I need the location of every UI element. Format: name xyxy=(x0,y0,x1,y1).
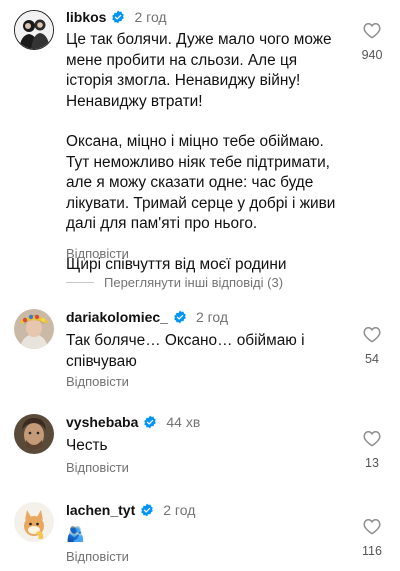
heart-outline-icon xyxy=(363,518,381,535)
comment-paragraph: Так боляче… Оксано… обіймаю і співчуваю xyxy=(66,332,305,370)
comment-paragraph: Оксана, міцно і міцно тебе обіймаю. Тут … xyxy=(66,133,336,232)
avatar-libkos[interactable] xyxy=(14,10,54,50)
username[interactable]: vyshebaba xyxy=(66,414,138,430)
comment-time: 2 год xyxy=(134,9,167,25)
like-count: 13 xyxy=(365,456,379,470)
comment-paragraph: Це так болячи. Дуже мало чого може мене … xyxy=(66,31,332,110)
like-count: 940 xyxy=(361,48,383,62)
avatar-vyshebaba[interactable] xyxy=(14,414,54,454)
heart-outline-icon xyxy=(363,22,381,39)
like-count: 116 xyxy=(362,544,382,558)
comment-text: Це так болячи. Дуже мало чого може мене … xyxy=(66,30,346,275)
verified-badge-icon xyxy=(111,10,125,24)
like-button[interactable]: 940 xyxy=(352,22,392,62)
view-more-replies-button[interactable]: Переглянути інші відповіді (3) xyxy=(66,275,283,290)
like-button[interactable]: 116 xyxy=(352,518,392,558)
like-count: 54 xyxy=(365,352,379,366)
reply-button[interactable]: Відповісти xyxy=(66,246,129,261)
username[interactable]: dariakolomiec_ xyxy=(66,309,168,325)
comment-paragraph: Честь xyxy=(66,437,108,454)
like-button[interactable]: 54 xyxy=(352,326,392,366)
heart-outline-icon xyxy=(363,430,381,447)
avatar-dariakolomiec[interactable] xyxy=(14,309,54,349)
view-more-replies-label: Переглянути інші відповіді (3) xyxy=(104,275,284,290)
verified-badge-icon xyxy=(143,415,157,429)
avatar-lachen-tyt[interactable] xyxy=(14,502,54,542)
comment-time: 2 год xyxy=(195,309,229,325)
reply-button[interactable]: Відповісти xyxy=(66,460,129,475)
verified-badge-icon xyxy=(140,503,154,517)
divider-line xyxy=(66,282,94,283)
heart-outline-icon xyxy=(363,326,381,343)
username[interactable]: libkos xyxy=(66,9,106,25)
comment-time: 44 хв xyxy=(166,414,201,430)
comment-text: Так боляче… Оксано… обіймаю і співчуваю xyxy=(66,331,326,372)
verified-badge-icon xyxy=(173,310,187,324)
reply-button[interactable]: Відповісти xyxy=(66,374,129,389)
comment-text: 🫂 xyxy=(66,525,326,546)
hug-emoji: 🫂 xyxy=(66,526,85,543)
reply-button[interactable]: Відповісти xyxy=(66,549,129,564)
comment-text: Честь xyxy=(66,436,326,457)
comment-time: 2 год xyxy=(163,502,196,518)
username[interactable]: lachen_tyt xyxy=(66,502,135,518)
like-button[interactable]: 13 xyxy=(352,430,392,470)
